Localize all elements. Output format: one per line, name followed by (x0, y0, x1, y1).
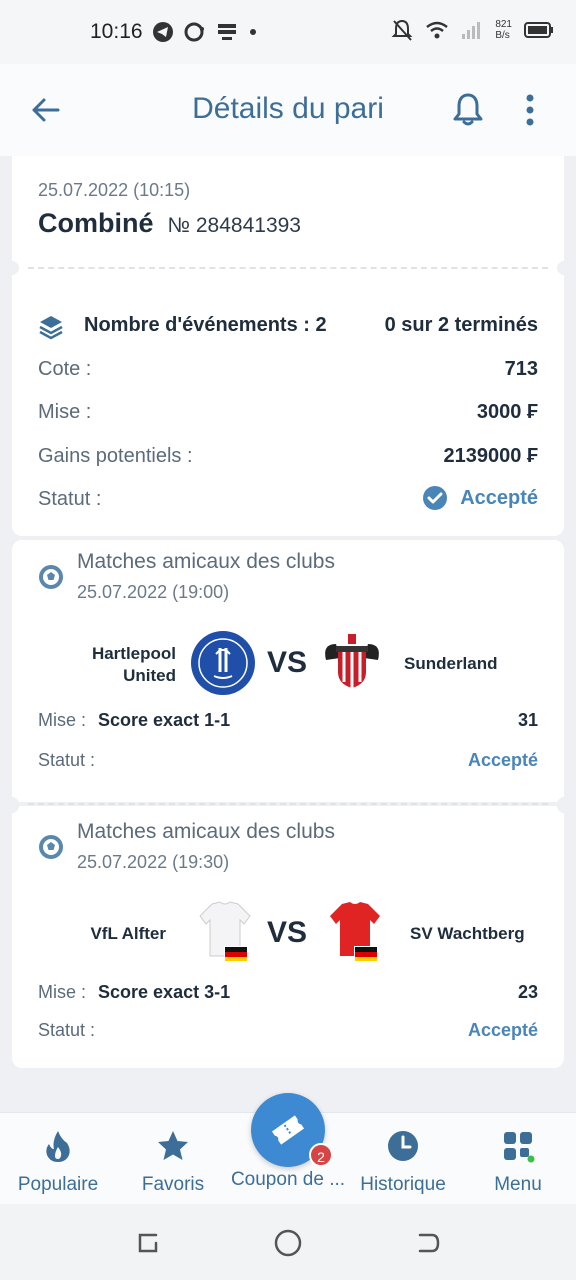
nav-favoris[interactable]: Favoris (113, 1129, 233, 1196)
monitor-icon (218, 24, 236, 40)
clock-icon (388, 1131, 418, 1161)
page-title: Détails du pari (192, 92, 384, 125)
sunderland-crest-icon (325, 634, 379, 688)
nav-label: Populaire (17, 1174, 99, 1195)
odds-label: Cote : (38, 358, 92, 380)
gains-value: 2139000 ₣ (443, 445, 538, 467)
coupon-count-badge: 2 (309, 1143, 333, 1167)
event-card: Matches amicaux des clubs 25.07.2022 (19… (5, 540, 571, 811)
events-finished: 0 sur 2 terminés (384, 314, 538, 336)
home-circle-icon[interactable] (273, 1228, 303, 1258)
ticket-icon (271, 1115, 305, 1145)
nav-label: Historique (360, 1174, 446, 1195)
event-status-label: Statut : (38, 1020, 96, 1040)
away-team-name: Sunderland (404, 654, 498, 673)
ticket-notch (557, 261, 571, 275)
away-team-name: SV Wachtberg (410, 924, 525, 943)
system-icons: 821 B/s (391, 18, 554, 42)
bet-datetime: 25.07.2022 (10:15) (38, 180, 191, 200)
app-notification-icon (184, 22, 204, 42)
event-odds: 23 (517, 982, 538, 1002)
flame-icon (46, 1131, 70, 1162)
event-datetime: 25.07.2022 (19:00) (77, 582, 230, 602)
divider (28, 267, 548, 269)
nav-menu[interactable]: Menu (458, 1129, 576, 1196)
nav-historique[interactable]: Historique (343, 1129, 463, 1196)
event-status-value: Accepté (467, 1020, 538, 1040)
divider (28, 803, 548, 805)
status-label: Statut : (38, 488, 102, 510)
clock-time: 10:16 (90, 20, 143, 43)
check-circle-icon (423, 486, 448, 510)
home-team-name: VfL Alfter (90, 924, 166, 943)
telegram-icon (153, 22, 173, 42)
status-value: Accepté (460, 486, 538, 509)
more-options-icon[interactable] (518, 94, 542, 126)
status-bar: 10:16 821 B/s (0, 0, 576, 64)
wifi-icon (426, 21, 449, 39)
hartlepool-crest-icon (191, 631, 255, 695)
bell-muted-icon (391, 19, 413, 41)
stake-value: 3000 ₣ (476, 401, 538, 423)
dot-icon (250, 29, 256, 35)
notification-icons (152, 21, 258, 43)
league-name: Matches amicaux des clubs (77, 550, 335, 573)
net-speed: 821 B/s (495, 19, 512, 41)
nav-label: Favoris (141, 1174, 205, 1195)
nav-label: Coupon de ... (230, 1169, 346, 1190)
app-header: Détails du pari (0, 64, 576, 156)
event-odds: 31 (517, 710, 538, 730)
soccer-ball-icon (39, 565, 63, 589)
ticket-notch (5, 799, 19, 813)
back-nav-icon[interactable] (414, 1229, 442, 1257)
star-icon (158, 1131, 188, 1160)
grid-menu-icon (504, 1132, 535, 1163)
bell-icon[interactable] (450, 90, 486, 128)
layers-icon (39, 316, 63, 340)
event-card: Matches amicaux des clubs 25.07.2022 (19… (5, 799, 571, 1068)
league-name: Matches amicaux des clubs (77, 820, 335, 843)
soccer-ball-icon (39, 835, 63, 859)
event-status-value: Accepté (467, 750, 538, 770)
gains-label: Gains potentiels : (38, 445, 193, 467)
event-stake-label: Mise : (38, 710, 87, 730)
bet-number: № 284841393 (167, 214, 301, 237)
event-market: Score exact 3-1 (98, 982, 231, 1002)
ticket-notch (557, 799, 571, 813)
event-datetime: 25.07.2022 (19:30) (77, 852, 230, 872)
home-team-name: Hartlepool United (91, 644, 176, 685)
system-navigation-bar (0, 1204, 576, 1280)
recent-apps-icon[interactable] (134, 1229, 162, 1257)
battery-icon (524, 22, 553, 38)
bet-type: Combiné (38, 208, 154, 238)
stake-label: Mise : (38, 401, 92, 423)
odds-value: 713 (504, 358, 538, 380)
versus-label: VS (266, 916, 308, 949)
home-kit-icon (199, 901, 251, 962)
event-status-label: Statut : (38, 750, 96, 770)
nav-populaire[interactable]: Populaire (0, 1129, 118, 1196)
events-count: Nombre d'événements : 2 (84, 314, 327, 336)
bet-summary-card: 25.07.2022 (10:15) Combiné № 284841393 N… (5, 156, 571, 536)
event-stake-label: Mise : (38, 982, 87, 1002)
ticket-notch (5, 261, 19, 275)
versus-label: VS (266, 646, 308, 679)
away-kit-icon (330, 902, 380, 962)
event-market: Score exact 1-1 (98, 710, 231, 730)
signal-icon (462, 22, 481, 39)
nav-label: Menu (494, 1174, 542, 1195)
